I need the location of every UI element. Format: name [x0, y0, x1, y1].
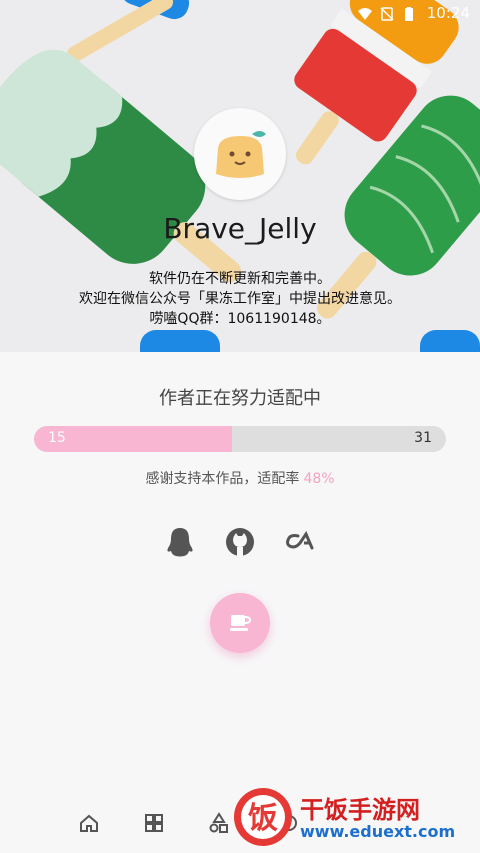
intro-line: 欢迎在微信公众号「果冻工作室」中提出改进意见。: [79, 291, 401, 307]
apps-icon[interactable]: [143, 812, 165, 834]
adaptation-rate: 48%: [303, 471, 335, 487]
status-time: 10:24: [426, 4, 470, 22]
watermark-logo-char: 饭: [248, 801, 278, 836]
watermark-name: 干饭手游网: [300, 796, 420, 824]
coffee-cup-icon: [230, 615, 252, 631]
no-sim-icon: [380, 6, 394, 21]
shapes-icon[interactable]: [208, 812, 230, 834]
github-icon[interactable]: [224, 526, 256, 558]
donate-coffee-button[interactable]: [210, 593, 270, 653]
wifi-icon: [358, 6, 372, 20]
progress-right-value: 31: [414, 430, 432, 446]
jelly-avatar-icon: [216, 131, 266, 178]
coolapk-icon[interactable]: [284, 526, 316, 558]
battery-icon: [402, 6, 416, 21]
username: Brave_Jelly: [163, 212, 317, 245]
adaptation-title: 作者正在努力适配中: [159, 388, 321, 409]
thanks-text: 感谢支持本作品，适配率 48%: [0, 468, 480, 488]
home-icon[interactable]: [78, 812, 100, 834]
qq-icon[interactable]: [164, 526, 196, 558]
progress-left-value: 15: [48, 430, 66, 446]
intro-line: 软件仍在不断更新和完善中。: [149, 271, 331, 287]
thanks-label: 感谢支持本作品，适配率: [145, 471, 300, 487]
intro-line: 唠嗑QQ群：1061190148。: [149, 311, 331, 327]
status-bar: 10:24: [0, 0, 480, 26]
watermark-logo: 饭: [232, 786, 294, 848]
adaptation-progress-bar: 15 31: [34, 426, 446, 452]
watermark-url: www.eduext.com: [300, 822, 456, 841]
avatar[interactable]: [194, 108, 286, 200]
